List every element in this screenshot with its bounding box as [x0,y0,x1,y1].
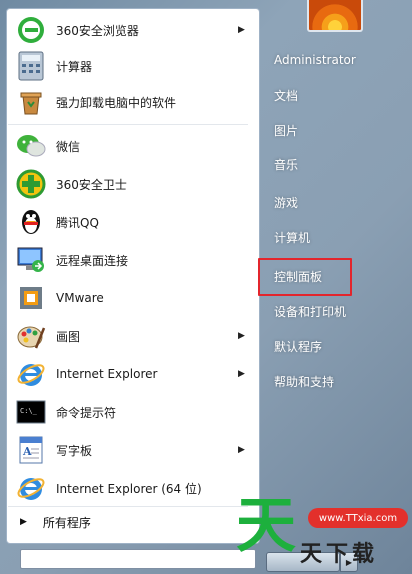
right-item-music[interactable]: 音乐 [268,149,364,179]
menu-item-label: 360安全浏览器 [56,23,139,38]
calculator-icon [14,49,48,83]
menu-item-remote-desktop[interactable]: 远程桌面连接 [10,242,256,278]
menu-item-qq[interactable]: 腾讯QQ [10,204,256,240]
watermark-logo-char: 天 [236,491,296,561]
right-item-devices-printers[interactable]: 设备和打印机 [268,296,364,326]
menu-item-360-guard[interactable]: 360安全卫士 [10,166,256,202]
submenu-arrow-icon: ▶ [238,331,245,341]
expand-arrow-icon: ▶ [20,517,27,527]
menu-item-360-browser[interactable]: 360安全浏览器 ▶ [10,12,256,48]
svg-text:A: A [22,445,32,458]
submenu-arrow-icon: ▶ [238,25,245,35]
vmware-icon [14,281,48,315]
ie-icon [14,471,48,505]
right-item-documents[interactable]: 文档 [268,80,364,110]
all-programs-label: 所有程序 [42,515,91,530]
menu-item-label: 命令提示符 [56,405,117,420]
menu-item-label: Internet Explorer [56,367,158,381]
menu-item-label: 360安全卫士 [56,177,127,192]
wordpad-icon: A [14,433,48,467]
menu-item-internet-explorer[interactable]: Internet Explorer ▶ [10,356,256,392]
remote-desktop-icon [14,243,48,277]
menu-item-label: 腾讯QQ [56,215,99,230]
separator [8,506,248,507]
right-item-default-programs[interactable]: 默认程序 [268,331,364,361]
menu-item-label: 强力卸载电脑中的软件 [56,95,177,110]
right-item-games[interactable]: 游戏 [268,187,364,217]
menu-item-calculator[interactable]: 计算器 [10,48,256,84]
menu-item-label: 微信 [56,139,81,154]
all-programs-button[interactable]: ▶ 所有程序 [6,508,260,536]
uninstall-icon [14,85,48,119]
menu-item-label: VMware [56,291,104,305]
submenu-arrow-icon: ▶ [238,369,245,379]
watermark-brand: 天下载 [300,542,379,567]
watermark-url: www.TTxia.com [308,508,408,528]
menu-item-label: 画图 [56,329,81,344]
menu-item-label: 计算器 [56,59,93,74]
paint-palette-icon [14,319,48,353]
highlight-box [258,258,352,296]
menu-item-label: Internet Explorer (64 位) [56,481,202,496]
cmd-icon: C:\_ [14,395,48,429]
360-browser-icon [14,13,48,47]
right-item-pictures[interactable]: 图片 [268,115,364,145]
right-item-computer[interactable]: 计算机 [268,222,364,252]
menu-item-internet-explorer-64[interactable]: Internet Explorer (64 位) [10,470,256,506]
submenu-arrow-icon: ▶ [238,445,245,455]
menu-item-paint[interactable]: 画图 ▶ [10,318,256,354]
menu-item-vmware[interactable]: VMware [10,280,256,316]
ie-icon [14,357,48,391]
menu-item-wechat[interactable]: 微信 [10,128,256,164]
menu-item-wordpad[interactable]: A 写字板 ▶ [10,432,256,468]
menu-item-label: 远程桌面连接 [56,253,129,268]
360-guard-icon [14,167,48,201]
right-item-help-support[interactable]: 帮助和支持 [268,366,364,396]
right-item-administrator[interactable]: Administrator [268,45,364,75]
menu-item-command-prompt[interactable]: C:\_ 命令提示符 [10,394,256,430]
separator [8,124,248,125]
wechat-icon [14,129,48,163]
search-input[interactable] [20,549,256,569]
svg-text:C:\_: C:\_ [20,407,38,415]
user-picture[interactable] [307,0,363,32]
menu-item-label: 写字板 [56,443,93,458]
qq-penguin-icon [14,205,48,239]
menu-item-uninstaller[interactable]: 强力卸载电脑中的软件 [10,84,256,120]
